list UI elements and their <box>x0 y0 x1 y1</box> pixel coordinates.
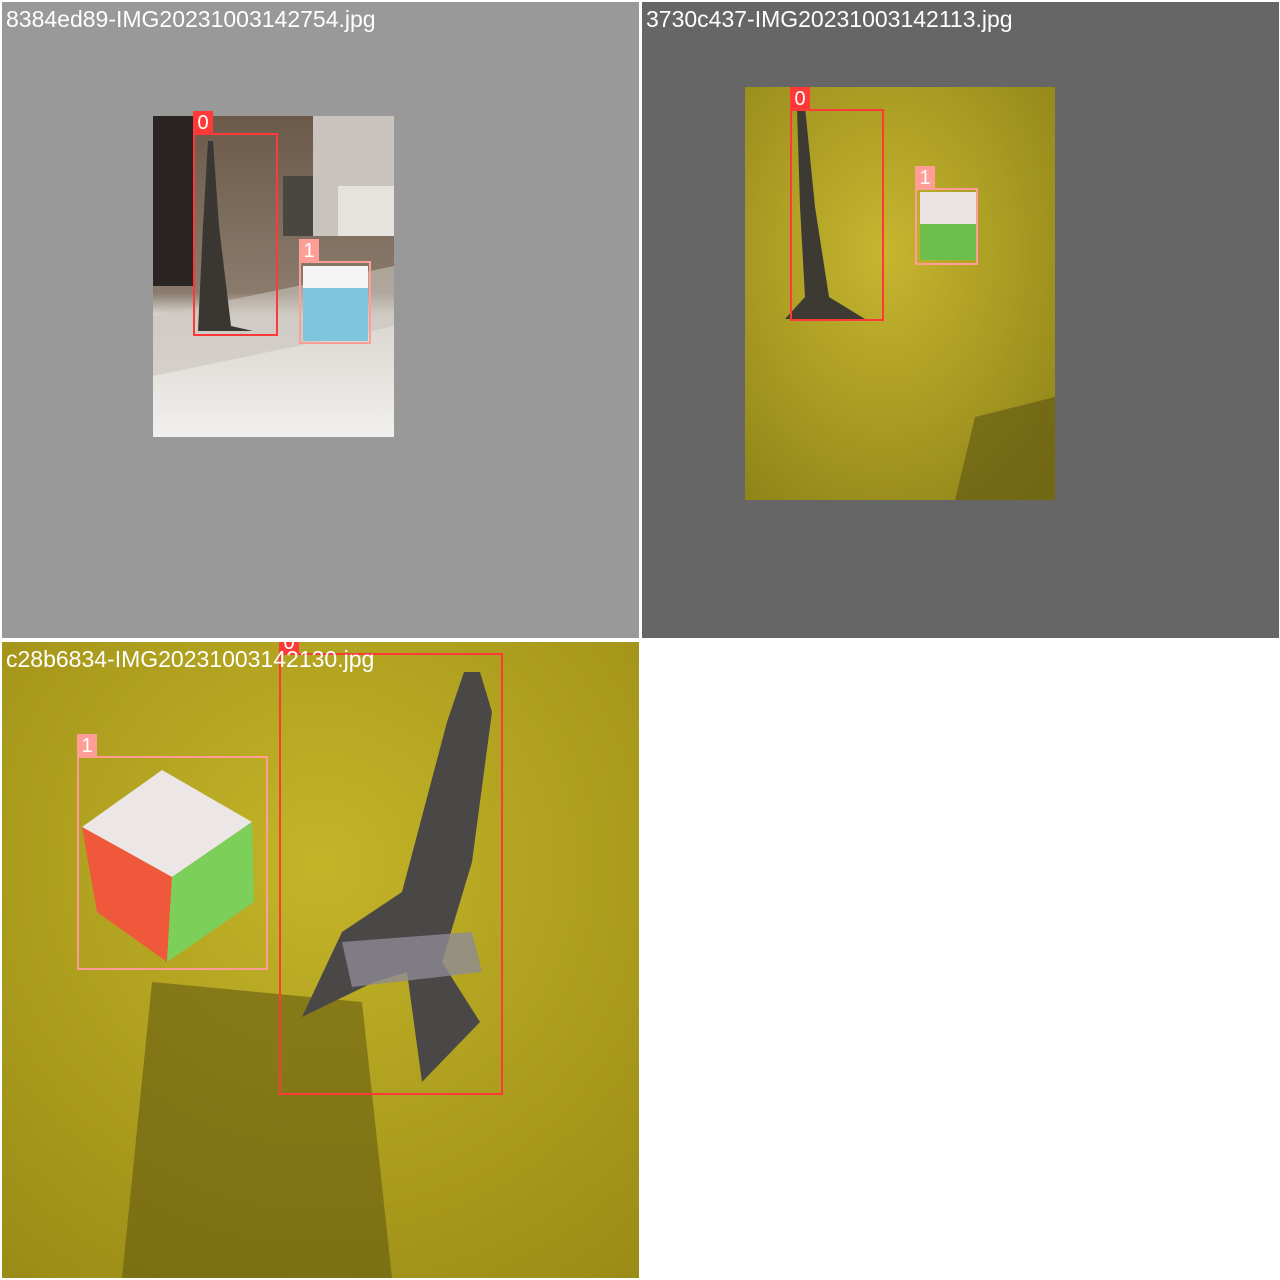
tile-filename: c28b6834-IMG20231003142130.jpg <box>6 646 375 672</box>
detection-box-class-1: 1 <box>77 734 268 970</box>
tile-filename: 3730c437-IMG20231003142113.jpg <box>646 6 1013 32</box>
mosaic-tile: 0 1 8384ed89-IMG20231003142754.jpg <box>2 2 639 638</box>
detection-box-class-1: 1 <box>915 166 978 265</box>
class-label: 1 <box>299 239 319 263</box>
detection-box-class-0: 0 <box>279 642 503 1095</box>
mosaic-tile: 0 1 3730c437-IMG20231003142113.jpg <box>642 2 1279 638</box>
class-label: 0 <box>193 111 213 135</box>
detection-box-class-0: 0 <box>790 87 884 321</box>
detection-box-class-1: 1 <box>299 239 371 344</box>
mosaic-tile: 1 c28b6834-IMG20231003142130.jpg 0 <box>2 642 639 1278</box>
class-label: 1 <box>915 166 935 190</box>
tile-filename: 8384ed89-IMG20231003142754.jpg <box>6 6 376 32</box>
detection-box-class-0: 0 <box>193 111 278 336</box>
class-label: 1 <box>77 734 97 758</box>
class-label: 0 <box>790 87 810 111</box>
